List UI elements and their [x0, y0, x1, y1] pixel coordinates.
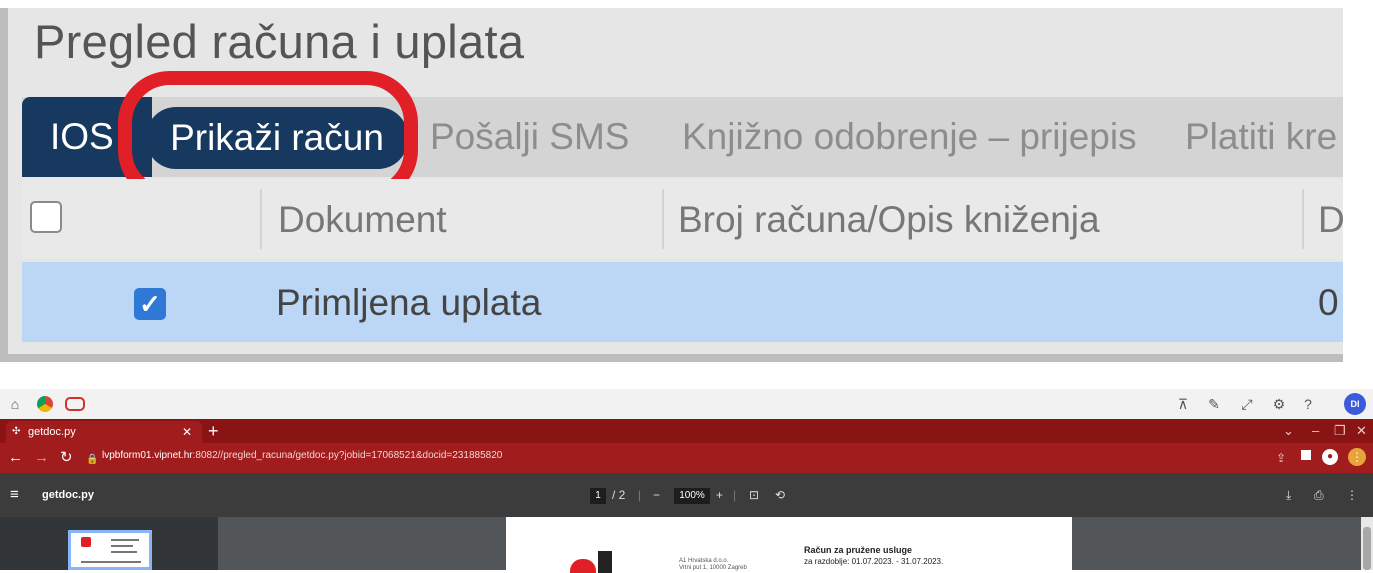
user-avatar[interactable]: DI [1344, 393, 1366, 415]
browser-tab[interactable]: ✣ getdoc.py ✕ [6, 421, 202, 443]
more-options-icon[interactable]: ⋮ [1346, 485, 1358, 505]
address-bar: ← → ↻ 🔒 lvpbform01.vipnet.hr:8082//pregl… [0, 443, 1373, 473]
company-line: A1 Hrvatska d.o.o. [679, 558, 729, 564]
url-host: lvpbform01.vipnet.hr [102, 450, 193, 461]
browser-menu-icon[interactable]: ⋮ [1348, 448, 1366, 466]
row-checkbox[interactable]: ✓ [134, 288, 166, 320]
toolbar-divider: | [733, 488, 737, 502]
browser-tabstrip: ✣ getdoc.py ✕ + ⌄ – ❐ ✕ [0, 419, 1373, 443]
scrollbar[interactable] [1361, 517, 1373, 570]
page-total: / 2 [612, 488, 626, 502]
zoomed-panel: Pregled računa i uplata IOS Prikaži raču… [0, 0, 1345, 362]
url-field[interactable]: lvpbform01.vipnet.hr:8082//pregled_racun… [102, 450, 502, 461]
download-icon[interactable]: ⤓ [1286, 485, 1291, 505]
panel-edge [0, 354, 1343, 362]
a1-logo-icon [570, 559, 596, 573]
cell-dokument: Primljena uplata [276, 282, 542, 323]
invoice-period: za razdoblje: 01.07.2023. - 31.07.2023. [804, 557, 944, 566]
fit-page-icon[interactable]: ⊡ [749, 485, 759, 505]
select-all-checkbox[interactable] [30, 201, 62, 233]
home-icon[interactable]: ⌂ [4, 393, 26, 415]
column-separator [260, 189, 262, 249]
tab-platiti-kredit[interactable]: Platiti kre [1185, 97, 1337, 177]
profile-icon[interactable]: ● [1322, 449, 1338, 465]
column-header-d[interactable]: D [1318, 199, 1345, 241]
page-number-input[interactable]: 1 [590, 488, 606, 504]
scrollbar-thumb[interactable] [1363, 527, 1371, 570]
page-thumbnail[interactable] [68, 530, 152, 570]
column-header-dokument[interactable]: Dokument [278, 199, 447, 241]
thumbnail-line [111, 551, 137, 553]
column-header-broj-racuna[interactable]: Broj računa/Opis kniženja [678, 199, 1100, 241]
pdf-title: getdoc.py [42, 489, 94, 501]
forward-icon[interactable]: → [34, 448, 49, 468]
panel-edge [0, 8, 8, 358]
share-icon[interactable]: ⇪ [1276, 448, 1286, 468]
table-header: Dokument Broj računa/Opis kniženja D [22, 179, 1345, 259]
tab-knjizno-odobrenje[interactable]: Knjižno odobrenje – prijepis [682, 97, 1137, 177]
company-line: Vrtni put 1, 10000 Zagreb [679, 565, 747, 571]
new-tab-button[interactable]: + [208, 420, 219, 442]
reload-icon[interactable]: ↻ [60, 448, 73, 468]
pdf-viewer: A1 Hrvatska d.o.o. Vrtni put 1, 10000 Za… [0, 517, 1373, 573]
close-tab-icon[interactable]: ✕ [182, 421, 192, 443]
expand-icon[interactable]: ⤢ [1236, 393, 1258, 415]
back-icon[interactable]: ← [8, 448, 23, 468]
pdf-page: A1 Hrvatska d.o.o. Vrtni put 1, 10000 Za… [506, 517, 1072, 573]
invoice-title: Račun za pružene usluge [804, 545, 913, 555]
thumbnail-sidebar [0, 517, 218, 570]
rotate-icon[interactable]: ⟲ [775, 485, 785, 505]
page-favicon-icon: ✣ [12, 426, 21, 437]
thumbnail-line [111, 539, 139, 541]
tab-posalji-sms[interactable]: Pošalji SMS [430, 97, 629, 177]
table-row[interactable]: ✓ Primljena uplata 0 [22, 262, 1343, 342]
cell-d: 0 [1318, 282, 1339, 323]
thumbnail-line [111, 545, 133, 547]
extension-icon[interactable] [1301, 450, 1311, 460]
tab-search-icon[interactable]: ⌄ [1283, 421, 1294, 441]
column-separator [662, 189, 664, 249]
thumbnail-logo-icon [81, 537, 91, 547]
browser-tab-title: getdoc.py [28, 426, 76, 438]
help-icon[interactable]: ? [1297, 393, 1319, 415]
settings-icon[interactable]: ⚙ [1268, 393, 1290, 415]
url-path: :8082//pregled_racuna/getdoc.py?jobid=17… [192, 450, 503, 461]
zoom-in-icon[interactable]: + [716, 485, 723, 505]
lock-icon[interactable]: 🔒 [86, 450, 98, 470]
panel-edge [0, 0, 1343, 8]
os-taskbar: ⌂ ⊼ ✎ ⤢ ⚙ ? DI [0, 389, 1373, 419]
toolbar-divider: | [638, 488, 642, 502]
column-separator [1302, 189, 1304, 249]
restore-icon[interactable]: ❐ [1334, 421, 1346, 441]
thumbnail-line [81, 561, 141, 563]
page-title: Pregled računa i uplata [34, 15, 525, 68]
zoom-level-input[interactable]: 100% [674, 488, 710, 504]
hamburger-menu-icon[interactable]: ≡ [10, 486, 19, 503]
zoom-out-icon[interactable]: − [653, 485, 660, 505]
print-icon[interactable]: ⎙ [1314, 485, 1324, 505]
magic-icon[interactable]: ✎ [1203, 393, 1225, 415]
minimize-icon[interactable]: – [1312, 421, 1319, 441]
remote-icon[interactable] [64, 393, 86, 415]
close-window-icon[interactable]: ✕ [1356, 421, 1367, 441]
pin-icon[interactable]: ⊼ [1172, 393, 1194, 415]
pdf-toolbar: ≡ getdoc.py 1 / 2 | − 100% + | ⊡ ⟲ ⤓ ⎙ ⋮ [0, 473, 1373, 517]
chrome-icon[interactable] [34, 393, 56, 415]
